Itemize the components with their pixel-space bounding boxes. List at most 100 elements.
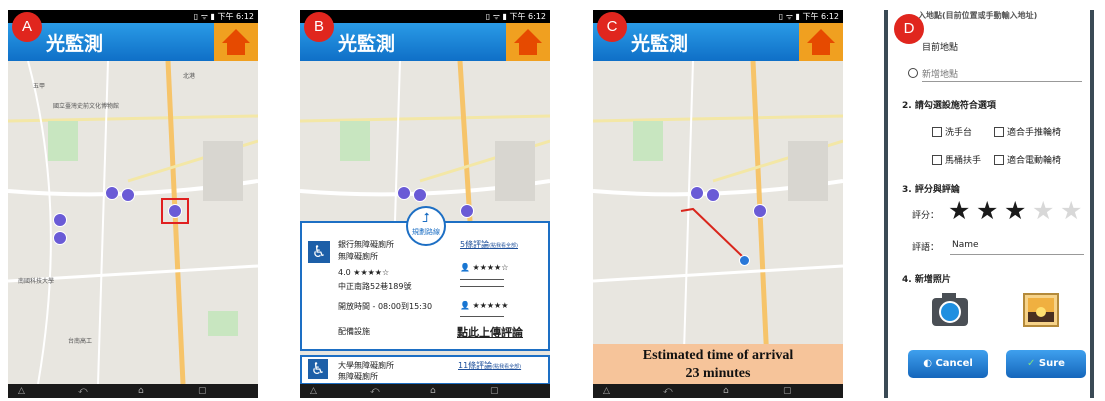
overview-icon[interactable]: ▢: [783, 386, 792, 396]
new-location-input[interactable]: 新增地點: [922, 67, 958, 80]
comment-input[interactable]: Name: [952, 240, 979, 250]
camera-icon[interactable]: [930, 290, 970, 330]
panel-label: C: [597, 12, 627, 42]
map-view[interactable]: [593, 61, 843, 384]
map-label: 五甲: [33, 83, 46, 90]
toilet-pin[interactable]: [753, 204, 767, 218]
title-bar: 光監測: [8, 23, 258, 61]
screen-a: ▯ ᯤ ▮ 下午 6:12 光監測 A 北港 五甲 國立臺灣史前文化博物館 南國…: [8, 10, 258, 398]
checkbox[interactable]: [932, 155, 942, 165]
recent-icon[interactable]: △: [310, 386, 317, 396]
turn-arrow-icon: ⮥: [422, 211, 430, 226]
facility-name: 大學無障礙廁所: [338, 361, 394, 370]
opening-hours: 開放時間 - 08:00到15:30: [338, 302, 433, 311]
home-nav-icon[interactable]: ⌂: [138, 386, 144, 396]
gallery-icon[interactable]: [1022, 292, 1060, 328]
rating-star[interactable]: ★: [948, 198, 970, 223]
panel-label: B: [304, 12, 334, 42]
cancel-icon: ◐: [923, 358, 936, 369]
reviews-link[interactable]: 5條評論(點我看全部): [460, 239, 518, 250]
radio-button[interactable]: [908, 68, 918, 78]
rating-star[interactable]: ★: [1004, 198, 1026, 223]
toilet-pin[interactable]: [53, 231, 67, 245]
rating-star[interactable]: ★: [1060, 198, 1082, 223]
back-icon[interactable]: ⤺: [370, 386, 380, 396]
home-nav-icon[interactable]: ⌂: [430, 386, 436, 396]
reviews-sub: (點我看全部): [489, 243, 518, 249]
eta-banner: Estimated time of arrival 23 minutes: [593, 344, 843, 384]
sure-button[interactable]: ✓ Sure: [1006, 350, 1086, 378]
add-review-dialog: D 入地點(目前位置或手動輸入地址) 目前地點 新增地點 2. 請勾選設施符合選…: [884, 10, 1094, 398]
section3-header: 3. 評分與評論: [902, 185, 960, 195]
upload-review-link[interactable]: 點此上傳評論: [457, 324, 523, 340]
toilet-pin[interactable]: [121, 188, 135, 202]
cancel-label: Cancel: [935, 358, 973, 369]
map-label: 國立臺灣史前文化博物館: [53, 103, 120, 110]
overview-icon[interactable]: ▢: [198, 386, 207, 396]
option-power-wheelchair[interactable]: 適合電動輪椅: [1007, 153, 1061, 166]
rating-star[interactable]: ★: [1032, 198, 1054, 223]
checkbox[interactable]: [994, 155, 1004, 165]
home-icon[interactable]: [506, 23, 550, 61]
eta-value: 23 minutes: [685, 366, 751, 381]
checkbox[interactable]: [932, 127, 942, 137]
toilet-pin[interactable]: [397, 186, 411, 200]
facility-rating: 4.0 ★★★★☆: [338, 268, 390, 277]
checkbox[interactable]: [994, 127, 1004, 137]
option-grab-bar[interactable]: 馬桶扶手: [945, 153, 981, 166]
toilet-pin[interactable]: [105, 186, 119, 200]
map-label: 南國科技大學: [18, 278, 55, 285]
facilities-label: 配備設施: [338, 327, 370, 336]
recent-icon[interactable]: △: [603, 386, 610, 396]
map-view[interactable]: 北港 五甲 國立臺灣史前文化博物館 南國科技大學 台南高工: [8, 61, 258, 384]
overview-icon[interactable]: ▢: [490, 386, 499, 396]
cancel-button[interactable]: ◐ Cancel: [908, 350, 988, 378]
screen-c: ▯ ᯤ ▮ 下午 6:12 光監測 C Estimated time of ar…: [593, 10, 843, 398]
current-location-option[interactable]: 目前地點: [922, 40, 958, 53]
title-bar: 光監測: [593, 23, 843, 61]
home-icon[interactable]: [214, 23, 258, 61]
route-button-label: 規劃路線: [412, 228, 440, 236]
reviewer-row: 👤 ★★★★☆: [460, 263, 509, 272]
back-icon[interactable]: ⤺: [663, 386, 673, 396]
option-sink[interactable]: 洗手台: [945, 125, 972, 138]
screen-b: ▯ ᯤ ▮ 下午 6:12 光監測 B ⮥ 規劃路線 ♿ 銀行無障礙廁所 無障礙…: [300, 10, 550, 398]
app-title: 光監測: [46, 33, 104, 55]
toilet-info-card: ♿ 大學無障礙廁所 無障礙廁所 11條評論(點我看全部): [300, 355, 550, 385]
map-label: 北港: [183, 73, 196, 80]
route-path: [680, 207, 744, 258]
rating-label: 評分：: [912, 211, 940, 221]
reviews-link[interactable]: 11條評論(點我看全部): [458, 360, 521, 371]
toilet-pin[interactable]: [53, 213, 67, 227]
rating-star[interactable]: ★: [976, 198, 998, 223]
wheelchair-icon: ♿: [308, 359, 328, 379]
input-underline: [950, 254, 1084, 255]
toilet-pin[interactable]: [460, 204, 474, 218]
input-underline: [922, 81, 1082, 82]
status-bar: ▯ ᯤ ▮ 下午 6:12: [300, 10, 550, 23]
review-stars: ★★★★★: [472, 301, 509, 310]
recent-icon[interactable]: △: [18, 386, 25, 396]
home-icon[interactable]: [799, 23, 843, 61]
panel-label: D: [894, 14, 924, 44]
facility-type: 無障礙廁所: [338, 372, 378, 381]
route-planning-button[interactable]: ⮥ 規劃路線: [406, 206, 446, 246]
app-title: 光監測: [338, 33, 396, 55]
eta-label: Estimated time of arrival: [642, 348, 794, 363]
section1-header: 入地點(目前位置或手動輸入地址): [918, 11, 1038, 20]
toilet-pin[interactable]: [413, 188, 427, 202]
section4-header: 4. 新增照片: [902, 275, 951, 285]
home-nav-icon[interactable]: ⌂: [723, 386, 729, 396]
title-bar: 光監測: [300, 23, 550, 61]
android-nav-bar: △ ⤺ ⌂ ▢: [593, 384, 843, 398]
panel-label: A: [12, 12, 42, 42]
selected-pin-highlight: [161, 198, 189, 224]
option-stroller-wheelchair[interactable]: 適合手推輪椅: [1007, 125, 1061, 138]
back-icon[interactable]: ⤺: [78, 386, 88, 396]
toilet-pin[interactable]: [690, 186, 704, 200]
current-location-dot: [739, 255, 750, 266]
toilet-pin[interactable]: [706, 188, 720, 202]
map-roads: [8, 61, 258, 384]
review-line: [460, 316, 504, 317]
facility-name: 銀行無障礙廁所: [338, 240, 394, 249]
